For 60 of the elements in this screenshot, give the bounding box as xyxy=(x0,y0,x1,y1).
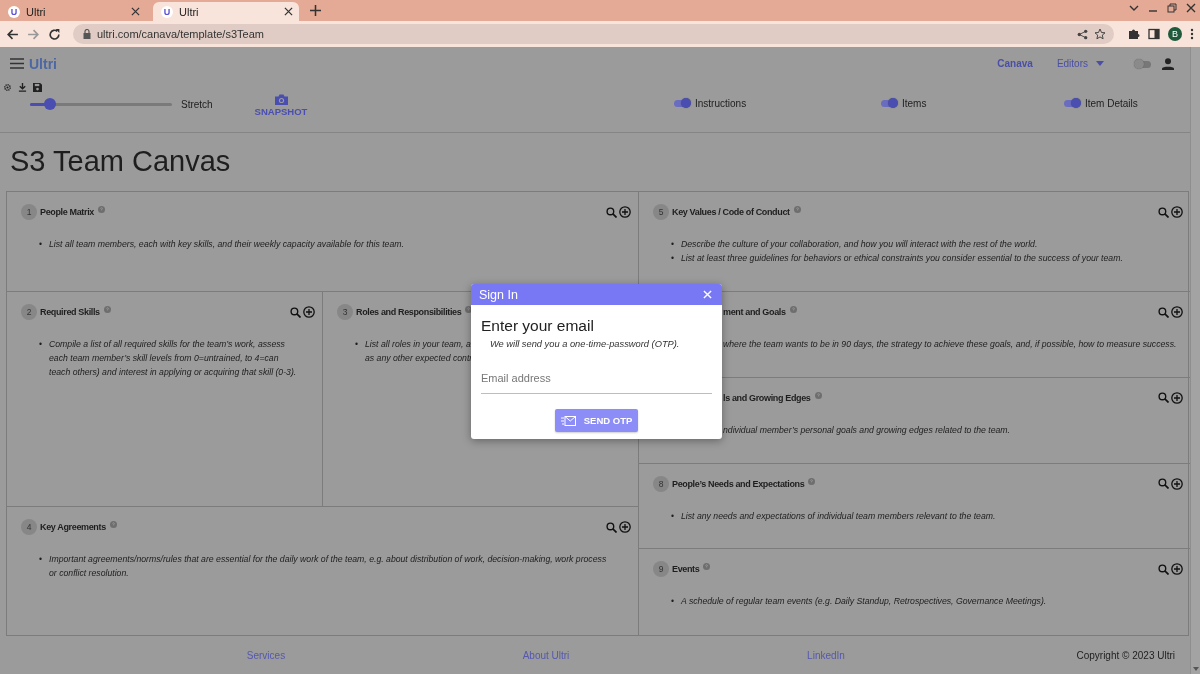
section-number: 5 xyxy=(653,204,669,220)
slider-label: Stretch xyxy=(181,98,213,110)
section-title: ment and Goals xyxy=(723,307,786,317)
section-title: Events xyxy=(672,564,700,575)
instruction-text: where the team wants to be in 90 days, the strategy to achieve these goals, and, if possible, how to measure success. xyxy=(723,338,1178,351)
browser-tab[interactable]: U Ultri xyxy=(153,2,299,21)
instruction-text: List all team members, each with key skills, and their weekly capacity available for this team. xyxy=(49,238,405,251)
instruction-text: Describe the culture of your collaboration, and how you will interact with the rest of the world. xyxy=(681,238,1039,251)
send-otp-button[interactable]: SEND OTP xyxy=(554,409,639,432)
nav-menu[interactable]: Editors xyxy=(1056,58,1104,69)
instruction-text: Important agreements/norms/rules that are essential for the daily work of the team, e.g. about distribution of work, decision-making, work process or conflict resolution. xyxy=(49,553,608,580)
bullet-marker: • xyxy=(39,553,44,566)
bullet-marker: • xyxy=(671,595,676,609)
section-title: People Matrix xyxy=(40,207,94,217)
copyright-text: Copyright © 2023 Ultri xyxy=(1076,649,1176,661)
bullet-marker: • xyxy=(671,238,676,251)
toggle-label: Instructions xyxy=(695,97,747,109)
section-number: 1 xyxy=(21,204,37,220)
bullet-marker: • xyxy=(39,238,44,251)
tab-title: Ultri xyxy=(26,5,47,18)
instruction-text: List at least three guidelines for behaviors or ethical constraints you consider essential to the success of your team. xyxy=(681,252,1124,265)
nav-link[interactable]: Canava xyxy=(997,58,1033,69)
section-title: Key Agreements xyxy=(40,522,106,532)
browser-tab[interactable]: U Ultri xyxy=(0,2,146,21)
bullet-marker: • xyxy=(671,509,676,523)
bullet-marker: • xyxy=(355,338,360,351)
section-title: ls and Growing Edges xyxy=(723,392,811,403)
dialog-subtitle: We will send you a one-time-password (OTP). xyxy=(490,339,681,349)
instruction-text: List any needs and expectations of individual team members relevant to the team. xyxy=(681,509,997,523)
section-title: Roles and Responsibilities xyxy=(356,307,462,317)
section-title: Key Values / Code of Conduct xyxy=(672,207,790,217)
section-number: 9 xyxy=(653,561,669,578)
footer-link[interactable]: About Ultri xyxy=(522,649,570,661)
address-bar[interactable]: ultri.com/canava/template/s3Team xyxy=(73,24,1114,44)
section-title: People’s Needs and Expectations xyxy=(672,478,805,489)
dialog-heading: Enter your email xyxy=(481,317,595,335)
bullet-marker: • xyxy=(39,338,44,351)
site-logo-icon: U xyxy=(161,5,173,18)
bullet-marker: • xyxy=(671,252,676,265)
section-number: 4 xyxy=(21,519,37,535)
site-logo-icon: U xyxy=(8,5,20,18)
toggle-label: Items xyxy=(902,97,927,109)
profile-avatar[interactable]: B xyxy=(1168,27,1182,41)
tab-title: Ultri xyxy=(179,5,200,18)
email-field[interactable]: Email address xyxy=(481,368,712,394)
instruction-text: ndividual member’s personal goals and growing edges related to the team. xyxy=(723,423,1012,437)
brand-name: Ultri xyxy=(29,55,57,72)
footer-link[interactable]: LinkedIn xyxy=(807,649,845,661)
section-number: 8 xyxy=(653,475,669,492)
dialog-title: Sign In xyxy=(479,287,518,302)
toggle-label: Item Details xyxy=(1085,97,1138,109)
section-number: 2 xyxy=(21,304,37,320)
url-text: ultri.com/canava/template/s3Team xyxy=(97,28,265,40)
instruction-text: List all roles in your team, a as any other expected contr xyxy=(365,338,474,365)
footer-link[interactable]: Services xyxy=(246,649,286,661)
page-title: S3 Team Canvas xyxy=(9,144,232,178)
section-number: 3 xyxy=(337,304,353,320)
instruction-text: Compile a list of all required skills for the team’s work, assess each team member’s skill levels from 0=untrained, to 4=can teach others) and interest in applying or acquiring that skill (0-3). xyxy=(49,338,298,379)
instruction-text: A schedule of regular team events (e.g. Daily Standup, Retrospectives, Governance Meetings). xyxy=(681,595,1048,609)
section-title: Required Skills xyxy=(40,307,100,317)
